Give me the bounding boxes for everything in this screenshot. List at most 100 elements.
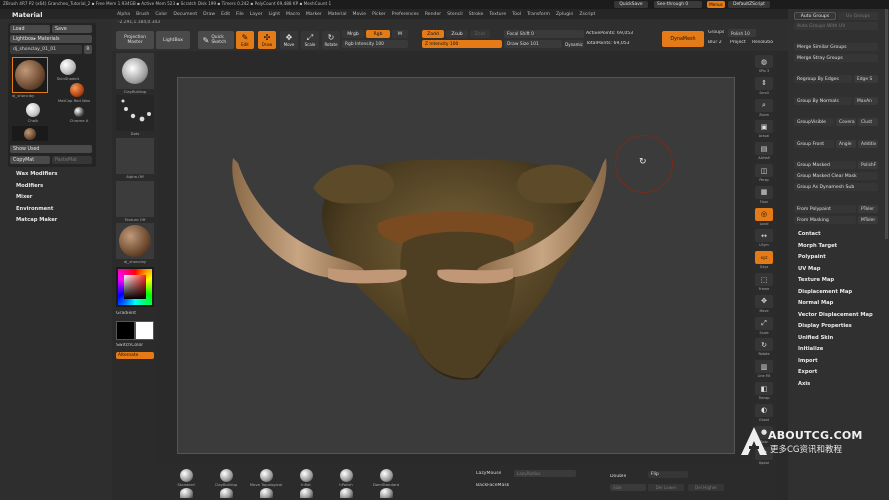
menu-picker[interactable]: Picker: [369, 12, 389, 17]
rgb-button[interactable]: Rgb: [366, 30, 390, 38]
shelf-move-button[interactable]: ✥: [755, 294, 773, 308]
subpalette-unified-skin[interactable]: Unified Skin: [792, 333, 888, 345]
mtoler-slider[interactable]: MToler: [858, 216, 878, 224]
copymat-button[interactable]: CopyMat: [10, 156, 50, 164]
bottom-brush-inflat[interactable]: Inflat: [286, 469, 326, 498]
material-r-button[interactable]: R: [84, 45, 92, 54]
resolution-slider[interactable]: Resolutio: [752, 40, 773, 45]
zcut-button[interactable]: Zcut: [470, 30, 490, 38]
subpalette-initialize[interactable]: Initialize: [792, 344, 888, 356]
quick-sketch-button[interactable]: ✎ Quick Sketch: [198, 31, 234, 49]
menu-material[interactable]: Material: [325, 12, 350, 17]
coverage-slider[interactable]: Covera: [836, 118, 856, 126]
material-thumb-skinshade[interactable]: [60, 59, 76, 75]
subpalette-environment[interactable]: Environment: [0, 204, 112, 216]
merge-stray-button[interactable]: Merge Stray Groups: [794, 54, 878, 62]
menu-brush[interactable]: Brush: [133, 12, 152, 17]
material-thumb-small[interactable]: [12, 126, 48, 141]
lightbox-button[interactable]: LightBox: [156, 31, 190, 49]
menu-document[interactable]: Document: [170, 12, 200, 17]
menu-light[interactable]: Light: [266, 12, 283, 17]
z-intensity-slider[interactable]: Z Intensity 100: [422, 40, 502, 48]
menu-stencil[interactable]: Stencil: [444, 12, 466, 17]
subpalette-texture-map[interactable]: Texture Map: [792, 275, 888, 287]
group-masked-clear-button[interactable]: Group Masked Clear Mask: [794, 172, 878, 180]
bottom-brush-hpolish[interactable]: hPolish: [326, 469, 366, 498]
shelf-local-button[interactable]: ◎: [755, 207, 773, 221]
menu-zscript[interactable]: Zscript: [576, 12, 598, 17]
uv-groups-button[interactable]: Uv Groups: [838, 12, 878, 20]
color-picker[interactable]: [116, 267, 154, 307]
defaultzscript-button[interactable]: DefaultZScript: [728, 1, 770, 8]
shelf-frame-button[interactable]: ⬚: [755, 273, 773, 286]
subpalette-display-properties[interactable]: Display Properties: [792, 321, 888, 333]
subpalette-import[interactable]: Import: [792, 356, 888, 368]
panel-scrollbar[interactable]: [885, 9, 888, 239]
bottom-brush-damstandard[interactable]: DamStandard: [366, 469, 406, 498]
dynamesh-button[interactable]: DynaMesh: [662, 31, 704, 47]
menu-transform[interactable]: Transform: [524, 12, 553, 17]
group-masked-button[interactable]: Group Masked: [794, 161, 856, 169]
switchcolor-label[interactable]: SwitchColor: [116, 343, 143, 348]
shelf-lsym-button[interactable]: ↔: [755, 229, 773, 243]
material-thumb-chalk[interactable]: [26, 103, 40, 117]
subpalette-modifiers[interactable]: Modifiers: [0, 181, 112, 193]
subpalette-polypaint[interactable]: Polypaint: [792, 252, 888, 264]
show-used-button[interactable]: Show Used: [10, 145, 92, 153]
shelf-gxyz-button[interactable]: xyz: [755, 251, 773, 265]
gradient-label[interactable]: Gradient: [116, 311, 136, 316]
texture-thumb[interactable]: [116, 181, 154, 217]
alpha-thumb[interactable]: [116, 138, 154, 174]
zadd-button[interactable]: Zadd: [422, 30, 444, 38]
menu-layer[interactable]: Layer: [247, 12, 266, 17]
polish-slider[interactable]: Polish 10: [728, 29, 756, 37]
edge-s-slider[interactable]: Edge S: [854, 75, 878, 83]
projection-master-button[interactable]: Projection Master: [116, 31, 154, 49]
menus-button[interactable]: Menus: [707, 1, 725, 8]
shelf-zoom-button[interactable]: ⌕: [755, 98, 773, 112]
quicksave-button[interactable]: QuickSave: [614, 1, 648, 8]
group-front-button[interactable]: Group Front: [794, 140, 834, 148]
main-color-swatch[interactable]: [116, 321, 135, 340]
menu-stroke[interactable]: Stroke: [466, 12, 487, 17]
load-button[interactable]: Load: [10, 25, 50, 33]
draw-size-slider[interactable]: Draw Size 101: [504, 40, 562, 48]
subpalette-contact[interactable]: Contact: [792, 229, 888, 241]
menu-marker[interactable]: Marker: [303, 12, 325, 17]
subpalette-uv-map[interactable]: UV Map: [792, 264, 888, 276]
subpalette-vector-displacement-map[interactable]: Vector Displacement Map: [792, 310, 888, 322]
shelf-rotate-button[interactable]: ↻: [755, 338, 773, 352]
color-square[interactable]: [124, 275, 146, 299]
menu-color[interactable]: Color: [152, 12, 170, 17]
blur-slider[interactable]: Blur 2: [708, 40, 722, 45]
lazymouse-label[interactable]: LazyMouse: [476, 471, 501, 476]
shelf-floor-button[interactable]: ▦: [755, 185, 773, 199]
ptoler-slider[interactable]: PToler: [858, 205, 878, 213]
from-masking-button[interactable]: From Masking: [794, 216, 856, 224]
double-label[interactable]: Double: [610, 474, 626, 479]
shelf-scroll-button[interactable]: ⇕: [755, 76, 773, 90]
rgb-intensity-slider[interactable]: Rgb Intensity 100: [342, 40, 408, 48]
material-thumb-shelf[interactable]: [116, 223, 154, 259]
menu-macro[interactable]: Macro: [283, 12, 303, 17]
menu-movie[interactable]: Movie: [349, 12, 369, 17]
menu-zplugin[interactable]: Zplugin: [553, 12, 576, 17]
lightbox-materials-button[interactable]: Lightbox▸ Materials: [10, 35, 92, 43]
bottom-brush-claybuildup[interactable]: ClayBuildup: [206, 469, 246, 498]
shelf-actual-button[interactable]: ▣: [755, 120, 773, 134]
del-higher-button[interactable]: Del Higher: [688, 484, 724, 491]
subpalette-export[interactable]: Export: [792, 367, 888, 379]
rotate-button[interactable]: ↻ Rotate: [322, 31, 340, 49]
clust-slider[interactable]: Clust: [858, 118, 878, 126]
pastemat-button[interactable]: PasteMat: [52, 156, 92, 164]
edit-button[interactable]: ✎ Edit: [236, 31, 254, 49]
brush-thumb[interactable]: [116, 53, 154, 89]
from-polypaint-button[interactable]: From Polypaint: [794, 205, 856, 213]
subpalette-morph-target[interactable]: Morph Target: [792, 241, 888, 253]
window-controls[interactable]: [776, 1, 886, 8]
shelf-ghost-button[interactable]: ◐: [755, 403, 773, 417]
group-visible-button[interactable]: GroupVisible: [794, 118, 834, 126]
see-through-slider[interactable]: See-through 0: [654, 1, 702, 8]
stroke-thumb[interactable]: [116, 95, 154, 131]
draw-button[interactable]: ✣ Draw: [258, 31, 276, 49]
